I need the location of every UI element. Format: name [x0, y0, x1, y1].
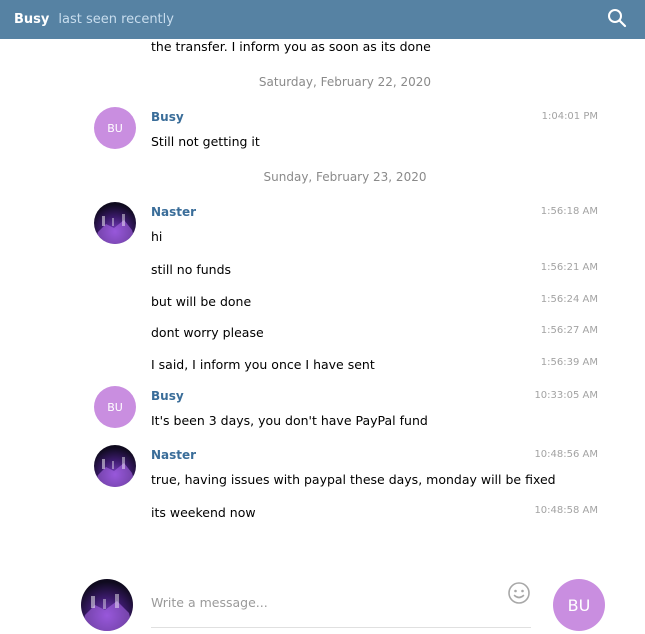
- message-text: true, having issues with paypal these da…: [151, 472, 556, 487]
- message-time: 10:33:05 AM: [534, 390, 598, 401]
- message-composer: BU: [0, 564, 645, 634]
- sender-name[interactable]: Busy: [151, 110, 184, 124]
- chat-status: last seen recently: [58, 12, 174, 27]
- send-avatar-button[interactable]: BU: [553, 579, 605, 631]
- avatar[interactable]: [94, 445, 136, 487]
- date-separator: Sunday, February 23, 2020: [263, 170, 427, 184]
- message-text: dont worry please: [151, 325, 264, 340]
- message-text: the transfer. I inform you as soon as it…: [151, 39, 431, 54]
- message-text: but will be done: [151, 294, 252, 309]
- message-history[interactable]: the transfer. I inform you as soon as it…: [0, 39, 645, 564]
- message-time: 10:48:56 AM: [534, 449, 598, 460]
- message-text: hi: [151, 229, 163, 244]
- avatar[interactable]: BU: [94, 386, 136, 428]
- avatar[interactable]: [81, 579, 133, 631]
- sender-name[interactable]: Naster: [151, 205, 196, 219]
- message-time: 1:56:39 AM: [540, 357, 598, 368]
- search-icon[interactable]: [607, 8, 627, 28]
- avatar[interactable]: BU: [94, 107, 136, 149]
- chat-header: Busy last seen recently: [0, 0, 645, 39]
- message-time: 10:48:58 AM: [534, 505, 598, 516]
- sender-name[interactable]: Busy: [151, 389, 184, 403]
- date-separator: Saturday, February 22, 2020: [258, 75, 432, 89]
- chat-title[interactable]: Busy: [14, 12, 49, 27]
- message-input[interactable]: [151, 578, 531, 628]
- message-time: 1:56:18 AM: [540, 206, 598, 217]
- message-text: its weekend now: [151, 505, 256, 520]
- message-text: Still not getting it: [151, 134, 260, 149]
- message-time: 1:04:01 PM: [541, 111, 598, 122]
- sender-name[interactable]: Naster: [151, 448, 196, 462]
- message-text: still no funds: [151, 262, 232, 277]
- message-time: 1:56:27 AM: [540, 325, 598, 336]
- message-text: I said, I inform you once I have sent: [151, 357, 375, 372]
- message-time: 1:56:24 AM: [540, 294, 598, 305]
- smile-icon[interactable]: [507, 581, 531, 605]
- message-text: It's been 3 days, you don't have PayPal …: [151, 413, 428, 428]
- avatar[interactable]: [94, 202, 136, 244]
- message-time: 1:56:21 AM: [540, 262, 598, 273]
